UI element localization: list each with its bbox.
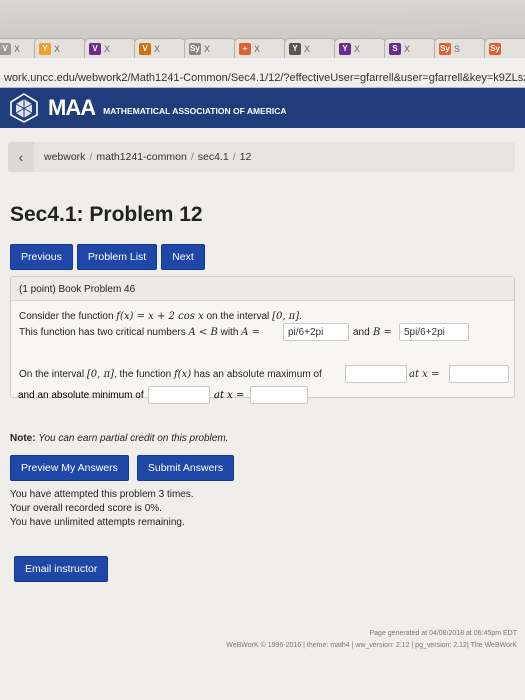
problem-list-button[interactable]: Problem List bbox=[76, 244, 158, 270]
function-name: f(x) bbox=[173, 369, 192, 380]
at-x-label: at x = bbox=[214, 390, 245, 401]
problem-line-2: This function has two critical numbers A… bbox=[19, 327, 260, 338]
critical-relation: A < B bbox=[188, 327, 218, 338]
at-x-label: at x = bbox=[409, 369, 440, 380]
browser-tab[interactable]: + X bbox=[234, 38, 286, 58]
footer-generated: Page generated at 04/08/2018 at 06:45pm … bbox=[369, 630, 518, 637]
interval: [0, π] bbox=[272, 311, 300, 322]
browser-tab[interactable]: YX bbox=[334, 38, 386, 58]
breadcrumb: ‹ webwork / math1241-common / sec4.1 / 1… bbox=[8, 142, 515, 172]
next-button[interactable]: Next bbox=[161, 244, 205, 270]
tab-favicon: S bbox=[389, 42, 401, 55]
problem-nav: Previous Problem List Next bbox=[10, 244, 205, 270]
answer-actions: Preview My Answers Submit Answers bbox=[10, 455, 235, 481]
tab-favicon: V bbox=[139, 42, 151, 55]
text: Consider the function bbox=[19, 311, 114, 322]
close-icon[interactable]: X bbox=[354, 44, 360, 54]
close-icon[interactable]: X bbox=[254, 44, 260, 54]
submit-answers-button[interactable]: Submit Answers bbox=[136, 455, 235, 481]
partial-credit-note: Note: You can earn partial credit on thi… bbox=[10, 433, 228, 444]
text: has an absolute maximum of bbox=[193, 369, 322, 380]
page-footer: Page generated at 04/08/2018 at 06:45pm … bbox=[226, 628, 517, 652]
breadcrumb-current: 12 bbox=[239, 151, 252, 163]
browser-tab[interactable]: Sy bbox=[484, 38, 525, 58]
previous-button[interactable]: Previous bbox=[10, 244, 73, 270]
browser-tab[interactable]: YX bbox=[34, 38, 86, 58]
browser-tab[interactable]: YX bbox=[284, 38, 336, 58]
answer-max-x-input[interactable] bbox=[449, 365, 509, 383]
breadcrumb-link-webwork[interactable]: webwork bbox=[44, 151, 85, 163]
text: , the function bbox=[113, 369, 172, 380]
function-expression: f(x) = x + 2 cos x bbox=[116, 311, 204, 322]
close-icon[interactable]: S bbox=[454, 44, 460, 54]
tab-favicon: Y bbox=[39, 42, 51, 55]
text: This function has two critical numbers bbox=[19, 327, 186, 338]
breadcrumb-link-course[interactable]: math1241-common bbox=[96, 151, 186, 163]
breadcrumb-link-set[interactable]: sec4.1 bbox=[198, 151, 229, 163]
text: On the interval bbox=[19, 369, 85, 380]
breadcrumb-separator: / bbox=[89, 151, 93, 163]
answer-a-input[interactable]: pi/6+2pi bbox=[283, 323, 349, 341]
answer-min-input[interactable] bbox=[148, 386, 210, 404]
browser-tab[interactable]: VX bbox=[134, 38, 186, 58]
problem-line-4: and an absolute minimum of bbox=[18, 390, 144, 401]
address-bar[interactable]: work.uncc.edu/webwork2/Math1241-Common/S… bbox=[0, 58, 525, 88]
maa-logo-icon[interactable] bbox=[8, 92, 40, 124]
answer-b-input[interactable]: 5pi/6+2pi bbox=[399, 323, 469, 341]
tab-favicon: Sy bbox=[189, 42, 201, 55]
problem-panel: (1 point) Book Problem 46 Consider the f… bbox=[10, 276, 515, 398]
email-instructor-button[interactable]: Email instructor bbox=[14, 556, 109, 582]
tab-favicon: + bbox=[239, 42, 251, 55]
browser-tab[interactable]: Sy S bbox=[434, 38, 486, 58]
browser-tab[interactable]: SX bbox=[384, 38, 436, 58]
note-text: You can earn partial credit on this prob… bbox=[38, 433, 229, 444]
close-icon[interactable]: X bbox=[404, 44, 410, 54]
attempt-messages: You have attempted this problem 3 times.… bbox=[10, 488, 194, 530]
page-content: ‹ webwork / math1241-common / sec4.1 / 1… bbox=[0, 128, 525, 700]
text: and bbox=[353, 327, 370, 338]
answer-max-input[interactable] bbox=[345, 365, 407, 383]
tab-favicon: V bbox=[0, 42, 11, 55]
a-label: A = bbox=[241, 327, 260, 338]
interval: [0, π] bbox=[86, 369, 114, 380]
maa-logo-text: MAA bbox=[48, 95, 96, 120]
attempt-message: Your overall recorded score is 0%. bbox=[10, 503, 162, 514]
breadcrumb-separator: / bbox=[190, 151, 194, 163]
tab-favicon: Sy bbox=[489, 42, 501, 55]
text: on the interval bbox=[206, 311, 270, 322]
note-label: Note: bbox=[10, 433, 36, 444]
problem-header: (1 point) Book Problem 46 bbox=[11, 277, 514, 301]
close-icon[interactable]: X bbox=[14, 44, 20, 54]
attempt-message: You have attempted this problem 3 times. bbox=[10, 489, 194, 500]
attempt-message: You have unlimited attempts remaining. bbox=[10, 517, 185, 528]
answer-min-x-input[interactable] bbox=[250, 386, 308, 404]
text: . bbox=[299, 311, 302, 322]
close-icon[interactable]: X bbox=[154, 44, 160, 54]
footer-version: WeBWorK © 1996-2016 | theme: math4 | ww_… bbox=[226, 642, 517, 649]
tab-favicon: Y bbox=[289, 42, 301, 55]
tab-favicon: V bbox=[89, 42, 101, 55]
problem-line-3: On the interval [0, π], the function f(x… bbox=[19, 369, 322, 380]
maa-subtitle: MATHEMATICAL ASSOCIATION OF AMERICA bbox=[103, 106, 287, 116]
text: with bbox=[220, 327, 239, 338]
tab-favicon: Y bbox=[339, 42, 351, 55]
url-text: work.uncc.edu/webwork2/Math1241-Common/S… bbox=[4, 72, 525, 84]
b-label: B = bbox=[373, 327, 392, 338]
tab-favicon: Sy bbox=[439, 42, 451, 55]
browser-tab[interactable]: VX bbox=[84, 38, 136, 58]
text: and an absolute minimum of bbox=[18, 390, 144, 401]
problem-line-1: Consider the function f(x) = x + 2 cos x… bbox=[19, 311, 302, 322]
close-icon[interactable]: X bbox=[104, 44, 110, 54]
preview-answers-button[interactable]: Preview My Answers bbox=[10, 455, 129, 481]
close-icon[interactable]: X bbox=[54, 44, 60, 54]
site-header: MAA MATHEMATICAL ASSOCIATION OF AMERICA bbox=[0, 88, 525, 128]
close-icon[interactable]: X bbox=[304, 44, 310, 54]
close-icon[interactable]: X bbox=[204, 44, 210, 54]
breadcrumb-separator: / bbox=[232, 151, 236, 163]
page-title: Sec4.1: Problem 12 bbox=[10, 203, 203, 226]
browser-tab[interactable]: Sy X bbox=[184, 38, 236, 58]
back-chevron-icon[interactable]: ‹ bbox=[8, 142, 34, 172]
